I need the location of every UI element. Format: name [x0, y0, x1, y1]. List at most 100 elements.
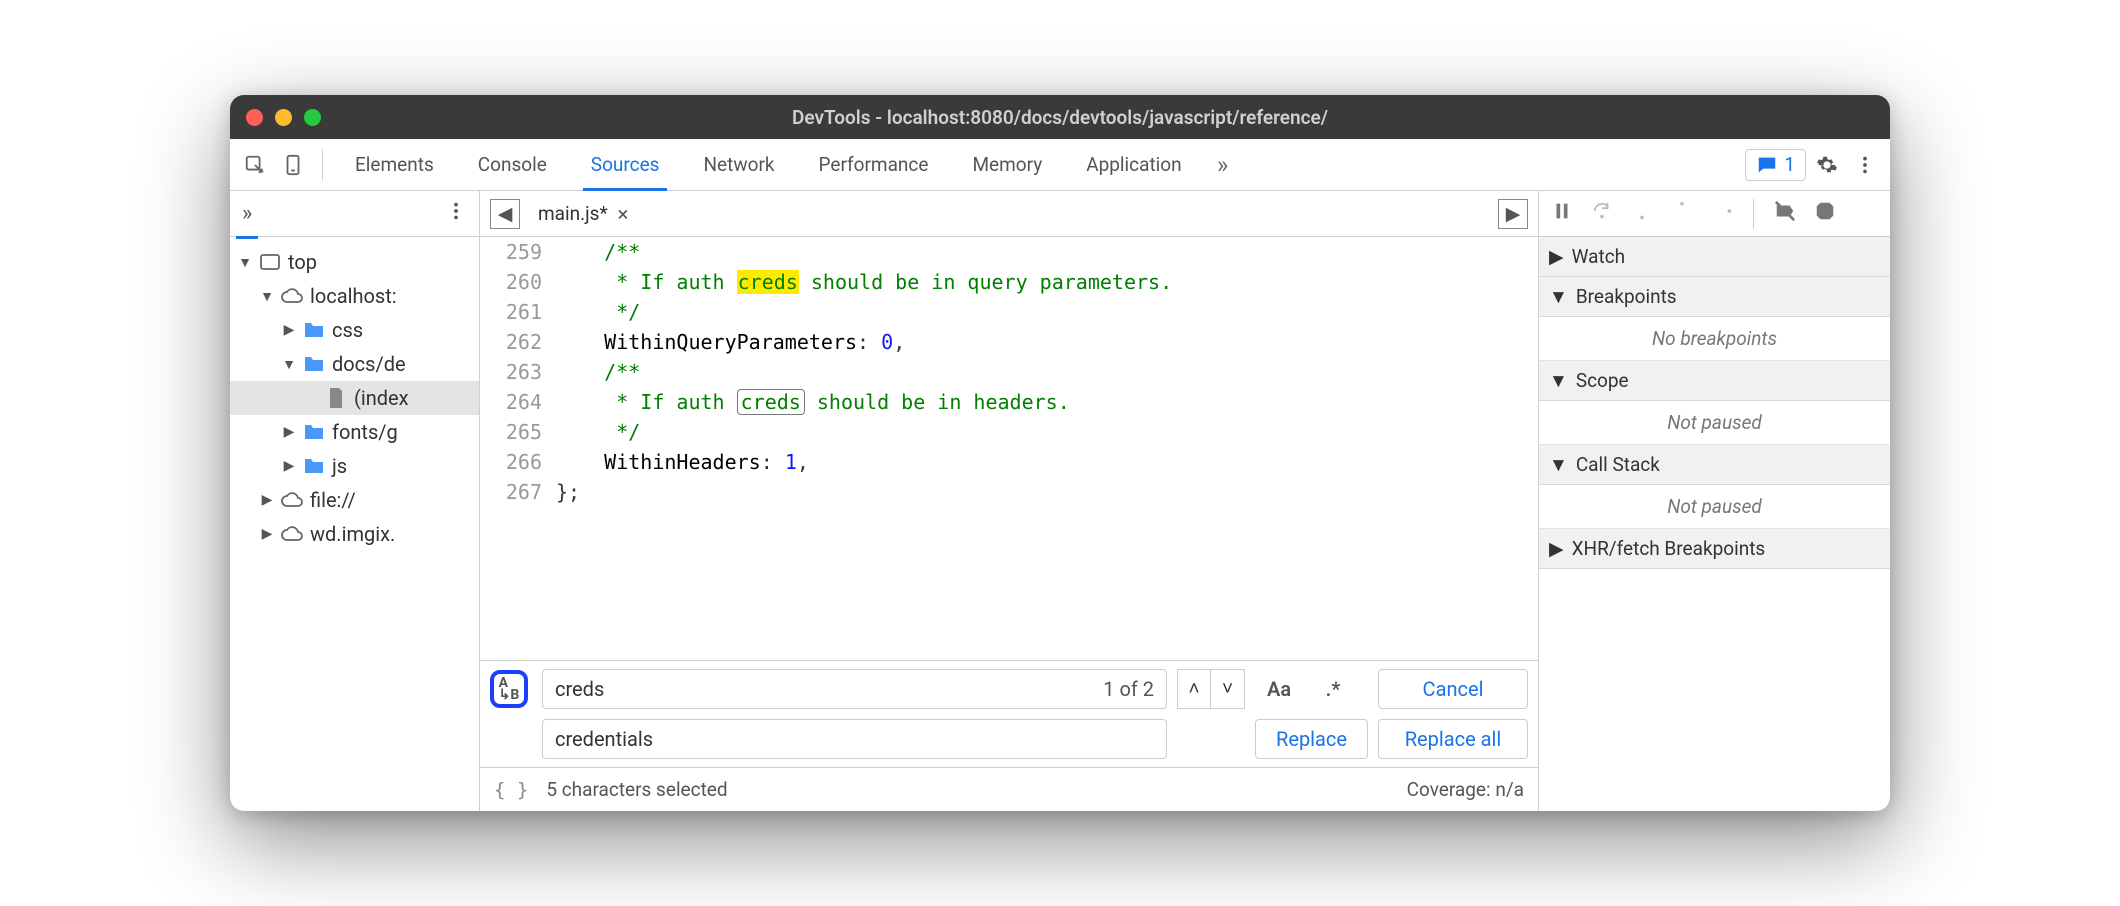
section-label: XHR/fetch Breakpoints: [1572, 537, 1766, 560]
editor-panel: ◀ main.js* × ▶ 2592602612622632642652662…: [480, 191, 1538, 811]
tab-label: Application: [1086, 153, 1181, 176]
tab-sources[interactable]: Sources: [571, 139, 680, 190]
code-area[interactable]: /** * If auth creds should be in query p…: [556, 237, 1538, 660]
tree-label: localhost:: [310, 284, 397, 308]
cloud-icon: [280, 490, 304, 510]
replace-value: credentials: [555, 727, 653, 751]
replace-button[interactable]: Replace: [1255, 719, 1368, 759]
section-label: Scope: [1576, 369, 1629, 392]
watch-section[interactable]: ▶Watch: [1539, 237, 1890, 277]
settings-icon[interactable]: [1810, 148, 1844, 182]
pause-on-exceptions-icon[interactable]: [1814, 200, 1836, 227]
xhr-breakpoints-section[interactable]: ▶XHR/fetch Breakpoints: [1539, 529, 1890, 569]
breakpoints-empty: No breakpoints: [1539, 317, 1890, 361]
devtools-window: DevTools - localhost:8080/docs/devtools/…: [230, 95, 1890, 811]
debugger-panel: ▶Watch ▼Breakpoints No breakpoints ▼Scop…: [1538, 191, 1890, 811]
replace-toggle-icon[interactable]: A↳B: [490, 670, 528, 708]
match-count: 1 of 2: [1103, 677, 1154, 701]
file-tabs-bar: ◀ main.js* × ▶: [480, 191, 1538, 237]
step-out-icon[interactable]: [1671, 200, 1693, 227]
tree-label: docs/de: [332, 352, 406, 376]
editor-status-bar: { } 5 characters selected Coverage: n/a: [480, 767, 1538, 811]
main-tabs-bar: Elements Console Sources Network Perform…: [230, 139, 1890, 191]
line-gutter: 259260261262263264265266267: [480, 237, 556, 660]
code-editor[interactable]: 259260261262263264265266267 /** * If aut…: [480, 237, 1538, 660]
tree-label: top: [288, 250, 317, 274]
messages-badge[interactable]: 1: [1745, 149, 1806, 181]
inspect-icon[interactable]: [238, 148, 272, 182]
frame-icon: [258, 252, 282, 272]
tree-index-selected[interactable]: (index: [230, 381, 479, 415]
tree-docs[interactable]: ▼ docs/de: [230, 347, 479, 381]
tab-label: Console: [478, 153, 547, 176]
pretty-print-icon[interactable]: { }: [494, 779, 528, 801]
nav-forward-icon[interactable]: ▶: [1498, 199, 1528, 229]
titlebar: DevTools - localhost:8080/docs/devtools/…: [230, 95, 1890, 139]
tree-file-scheme[interactable]: ▶ file://: [230, 483, 479, 517]
page-icon: [324, 388, 348, 408]
kebab-menu-icon[interactable]: [1848, 148, 1882, 182]
tab-elements[interactable]: Elements: [335, 139, 454, 190]
more-tabs-icon[interactable]: »: [1206, 148, 1240, 182]
navigator-header: »: [230, 191, 479, 237]
cancel-button[interactable]: Cancel: [1378, 669, 1528, 709]
find-replace-bar: A↳B creds 1 of 2 ˄ ˅ Aa .* Cancel creden…: [480, 660, 1538, 767]
folder-icon: [302, 354, 326, 374]
file-tree: ▼ top ▼ localhost: ▶ css ▼ docs/: [230, 237, 479, 559]
window-title: DevTools - localhost:8080/docs/devtools/…: [230, 106, 1890, 129]
tree-label: (index: [354, 386, 409, 410]
tree-wd[interactable]: ▶ wd.imgix.: [230, 517, 479, 551]
callstack-section[interactable]: ▼Call Stack: [1539, 445, 1890, 485]
pause-icon[interactable]: [1551, 200, 1573, 227]
tab-label: Memory: [972, 153, 1042, 176]
tab-label: Sources: [591, 153, 660, 176]
cloud-icon: [280, 286, 304, 306]
tab-application[interactable]: Application: [1066, 139, 1201, 190]
find-value: creds: [555, 677, 604, 701]
section-label: Call Stack: [1576, 453, 1660, 476]
deactivate-breakpoints-icon[interactable]: [1774, 200, 1796, 227]
scope-empty: Not paused: [1539, 401, 1890, 445]
tab-console[interactable]: Console: [458, 139, 567, 190]
folder-icon: [302, 320, 326, 340]
tree-label: file://: [310, 488, 356, 512]
navigator-panel: » ▼ top ▼ localhost: ▶: [230, 191, 480, 811]
tab-label: Performance: [819, 153, 929, 176]
tab-memory[interactable]: Memory: [952, 139, 1062, 190]
scope-section[interactable]: ▼Scope: [1539, 361, 1890, 401]
match-case-toggle[interactable]: Aa: [1255, 669, 1303, 709]
file-tab-main[interactable]: main.js* ×: [530, 191, 636, 236]
close-tab-icon[interactable]: ×: [618, 202, 629, 226]
replace-all-button[interactable]: Replace all: [1378, 719, 1528, 759]
breakpoints-section[interactable]: ▼Breakpoints: [1539, 277, 1890, 317]
step-over-icon[interactable]: [1591, 200, 1613, 227]
tree-host[interactable]: ▼ localhost:: [230, 279, 479, 313]
navigator-overflow-icon[interactable]: »: [242, 201, 252, 226]
kebab-menu-icon[interactable]: [445, 200, 467, 227]
folder-icon: [302, 422, 326, 442]
tree-label: js: [332, 454, 347, 478]
tree-top[interactable]: ▼ top: [230, 245, 479, 279]
folder-icon: [302, 456, 326, 476]
tree-css[interactable]: ▶ css: [230, 313, 479, 347]
tab-network[interactable]: Network: [683, 139, 794, 190]
tree-fonts[interactable]: ▶ fonts/g: [230, 415, 479, 449]
section-label: Watch: [1572, 245, 1626, 268]
debugger-toolbar: [1539, 191, 1890, 237]
next-match-button[interactable]: ˅: [1211, 669, 1245, 709]
tab-label: Network: [703, 153, 774, 176]
nav-back-icon[interactable]: ◀: [490, 199, 520, 229]
regex-toggle[interactable]: .*: [1309, 669, 1357, 709]
replace-input[interactable]: credentials: [542, 719, 1167, 759]
badge-count: 1: [1784, 153, 1795, 176]
prev-match-button[interactable]: ˄: [1177, 669, 1211, 709]
content-area: » ▼ top ▼ localhost: ▶: [230, 191, 1890, 811]
step-icon[interactable]: [1711, 200, 1733, 227]
tab-performance[interactable]: Performance: [799, 139, 949, 190]
tree-label: fonts/g: [332, 420, 398, 444]
step-into-icon[interactable]: [1631, 200, 1653, 227]
device-toggle-icon[interactable]: [276, 148, 310, 182]
callstack-empty: Not paused: [1539, 485, 1890, 529]
find-input[interactable]: creds 1 of 2: [542, 669, 1167, 709]
tree-js[interactable]: ▶ js: [230, 449, 479, 483]
